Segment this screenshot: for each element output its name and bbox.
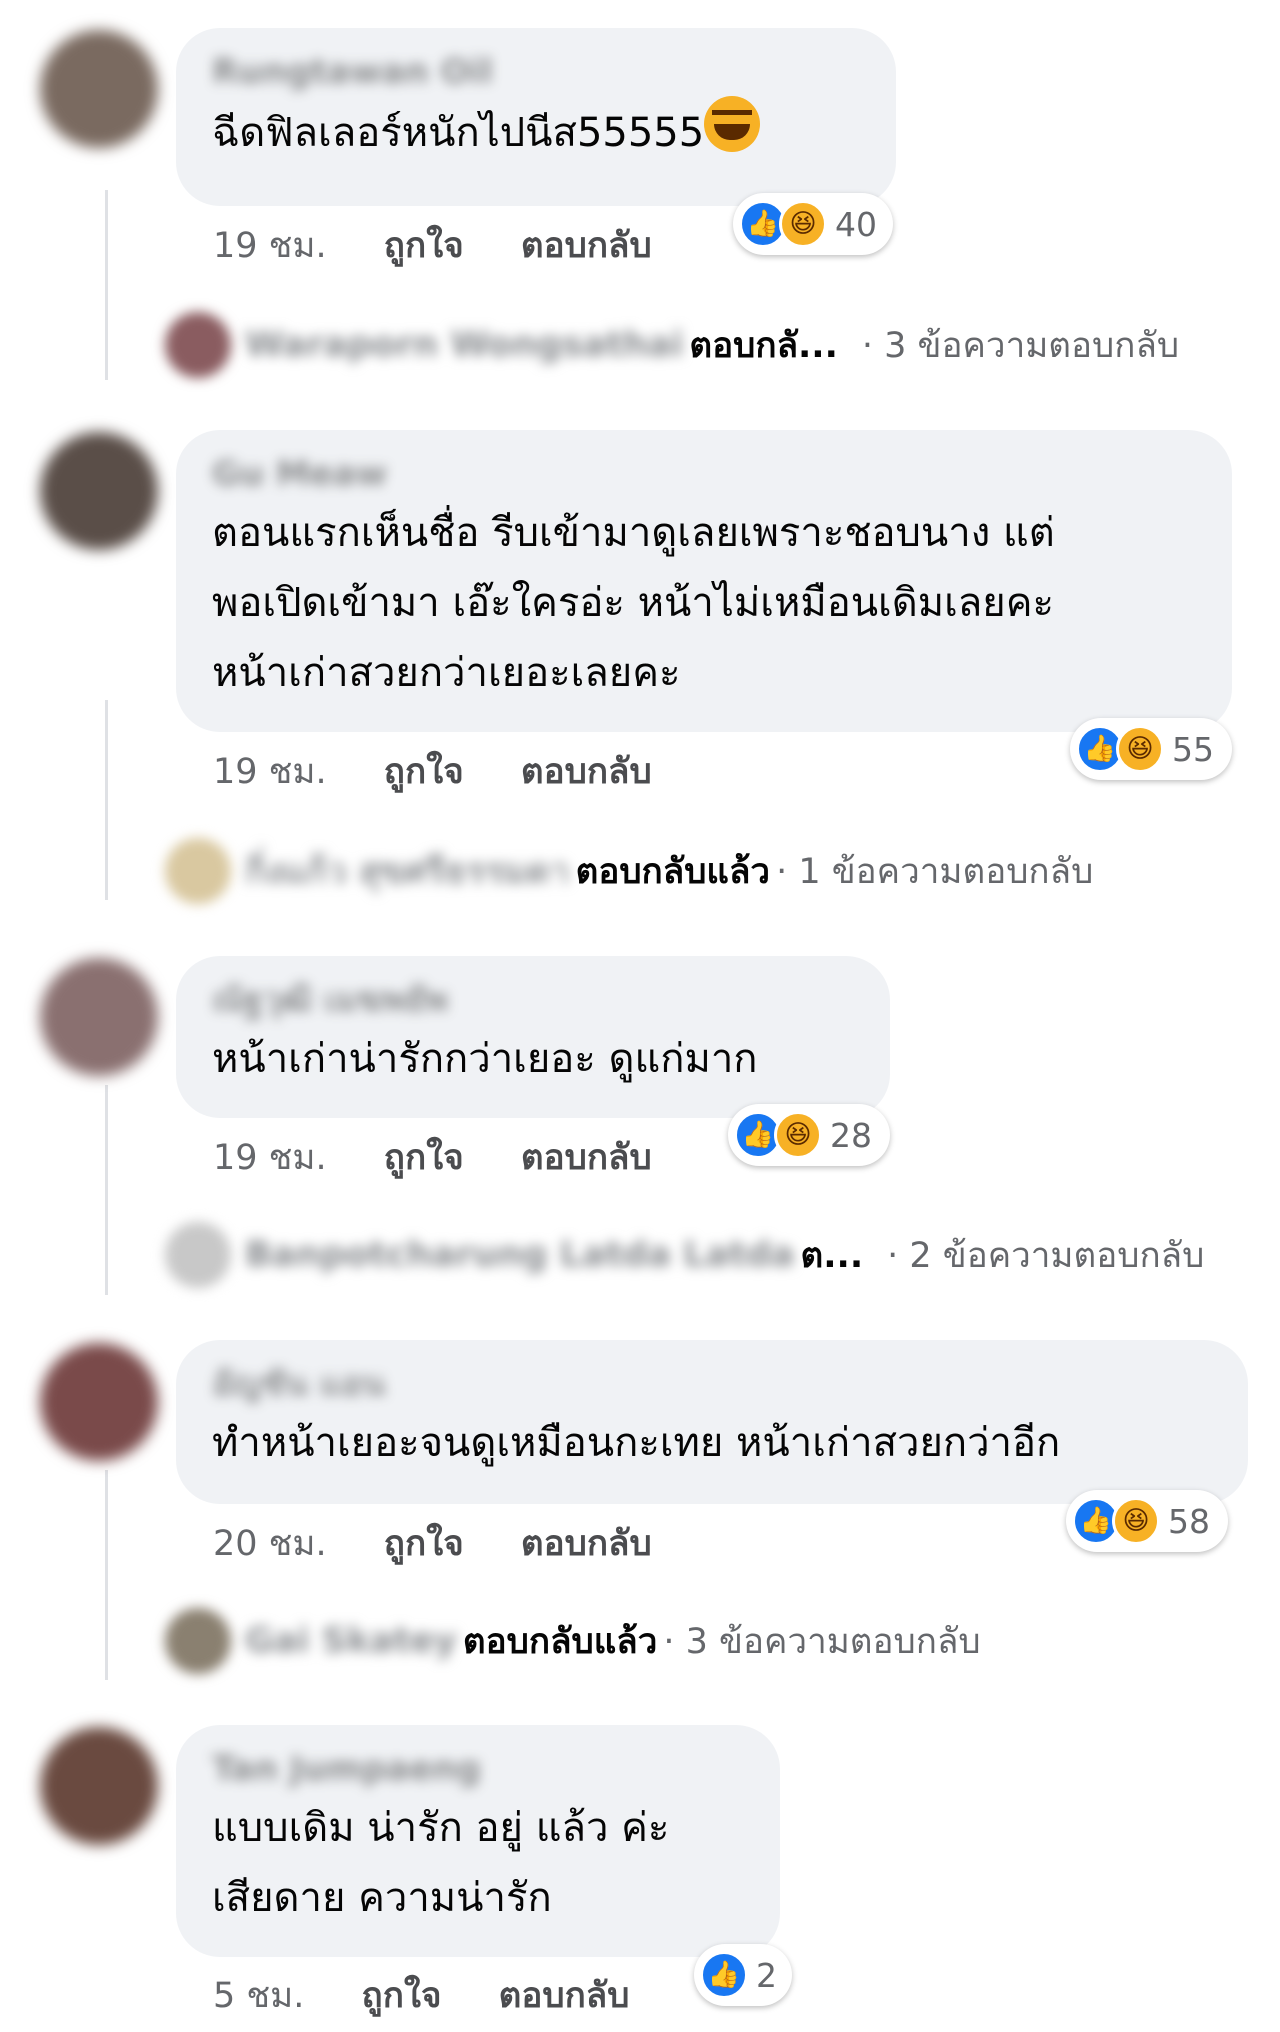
haha-reaction-icon: 😆: [1112, 1497, 1160, 1545]
reply-count: · 3 ข้อความตอบกลับ: [663, 1621, 981, 1662]
reply-count: · 1 ข้อความตอบกลับ: [776, 851, 1094, 892]
reply-status: ตอบกลั...: [689, 325, 838, 366]
like-button[interactable]: ถูกใจ: [384, 744, 464, 799]
comment-meta: 19 ชม. ถูกใจ ตอบกลับ: [213, 218, 698, 273]
reaction-summary[interactable]: 👍 2: [694, 1944, 792, 2006]
reply-count: · 2 ข้อความตอบกลับ: [887, 1235, 1205, 1276]
comment-text: ตอนแรกเห็นชื่อ รีบเข้ามาดูเลยเพราะชอบนาง…: [212, 510, 1055, 696]
haha-reaction-icon: 😆: [1116, 725, 1164, 773]
reaction-summary[interactable]: 👍 😆 55: [1070, 718, 1232, 780]
reply-button[interactable]: ตอบกลับ: [521, 1130, 652, 1185]
comment-bubble: ณัฐวุฒิ เมฆพยัพ หน้าเก่าน่ารักกว่าเยอะ ด…: [176, 956, 890, 1118]
thread-line: [105, 1085, 108, 1295]
comment-bubble: Rungtawan Oil ฉีดฟิลเลอร์หนักไปนีส55555: [176, 28, 896, 206]
comment-time[interactable]: 19 ชม.: [213, 1130, 327, 1185]
view-replies-link[interactable]: กิ่งแก้ว สุขศรีธรรมดา ตอบกลับแล้ว · 1 ข้…: [165, 836, 1093, 906]
reply-button[interactable]: ตอบกลับ: [521, 1516, 652, 1571]
reply-author: Waraporn Wongsathai: [245, 325, 684, 365]
reaction-summary[interactable]: 👍 😆 28: [728, 1104, 890, 1166]
reply-button[interactable]: ตอบกลับ: [521, 218, 652, 273]
comment-time[interactable]: 5 ชม.: [213, 1968, 304, 2023]
comment-meta: 19 ชม. ถูกใจ ตอบกลับ: [213, 744, 698, 799]
comment-bubble: Gu Meaw ตอนแรกเห็นชื่อ รีบเข้ามาดูเลยเพร…: [176, 430, 1232, 732]
comment-meta: 5 ชม. ถูกใจ ตอบกลับ: [213, 1968, 675, 2023]
reply-button[interactable]: ตอบกลับ: [499, 1968, 630, 2023]
comment-author[interactable]: อัญชัน แอน: [212, 1364, 1210, 1404]
haha-reaction-icon: 😆: [774, 1111, 822, 1159]
avatar[interactable]: [40, 432, 158, 550]
comment-text: ฉีดฟิลเลอร์หนักไปนีส55555: [212, 96, 858, 168]
comment-text: แบบเดิม น่ารัก อยู่ แล้ว ค่ะ เสียดาย ควา…: [212, 1805, 670, 1921]
view-replies-link[interactable]: Waraporn Wongsathai ตอบกลั... · 3 ข้อควา…: [165, 310, 1179, 380]
reply-avatar: [165, 1608, 231, 1674]
avatar[interactable]: [40, 1727, 158, 1845]
like-button[interactable]: ถูกใจ: [362, 1968, 442, 2023]
reaction-count: 40: [835, 204, 877, 244]
thread-line: [105, 700, 108, 900]
reaction-count: 28: [830, 1115, 872, 1155]
comment-author[interactable]: Rungtawan Oil: [212, 52, 858, 92]
avatar[interactable]: [40, 958, 158, 1076]
reply-avatar: [165, 1222, 231, 1288]
comment-author[interactable]: ณัฐวุฒิ เมฆพยัพ: [212, 980, 852, 1020]
comment-time[interactable]: 19 ชม.: [213, 218, 327, 273]
thread-line: [105, 1470, 108, 1680]
laughing-emoji-icon: [704, 96, 761, 152]
avatar[interactable]: [40, 1343, 158, 1461]
comment-bubble: Tan Jumpaeng แบบเดิม น่ารัก อยู่ แล้ว ค่…: [176, 1725, 780, 1957]
reply-avatar: [165, 838, 231, 904]
comment-meta: 19 ชม. ถูกใจ ตอบกลับ: [213, 1130, 698, 1185]
view-replies-link[interactable]: Banpotcharung Latda Latda ต... · 2 ข้อคว…: [165, 1220, 1204, 1290]
like-button[interactable]: ถูกใจ: [384, 1516, 464, 1571]
reaction-count: 55: [1172, 729, 1214, 769]
reaction-count: 2: [756, 1955, 777, 1995]
comment-text: ทำหน้าเยอะจนดูเหมือนกะเทย หน้าเก่าสวยกว่…: [212, 1420, 1061, 1466]
comment-author[interactable]: Gu Meaw: [212, 454, 1194, 494]
reply-status: ต...: [800, 1235, 864, 1276]
avatar[interactable]: [40, 30, 158, 148]
reply-button[interactable]: ตอบกลับ: [521, 744, 652, 799]
like-button[interactable]: ถูกใจ: [384, 1130, 464, 1185]
reaction-summary[interactable]: 👍 😆 58: [1066, 1490, 1228, 1552]
comment-time[interactable]: 20 ชม.: [213, 1516, 327, 1571]
haha-reaction-icon: 😆: [779, 200, 827, 248]
reply-author: Banpotcharung Latda Latda: [245, 1235, 795, 1275]
reply-status: ตอบกลับแล้ว: [575, 851, 771, 892]
comment-bubble: อัญชัน แอน ทำหน้าเยอะจนดูเหมือนกะเทย หน้…: [176, 1340, 1248, 1504]
view-replies-link[interactable]: Gai Skatey ตอบกลับแล้ว · 3 ข้อความตอบกลั…: [165, 1606, 981, 1676]
comment-text: หน้าเก่าน่ารักกว่าเยอะ ดูแก่มาก: [212, 1036, 758, 1082]
like-reaction-icon: 👍: [700, 1951, 748, 1999]
comment-meta: 20 ชม. ถูกใจ ตอบกลับ: [213, 1516, 698, 1571]
reply-author: กิ่งแก้ว สุขศรีธรรมดา: [245, 851, 570, 892]
like-button[interactable]: ถูกใจ: [384, 218, 464, 273]
reply-status: ตอบกลับแล้ว: [462, 1621, 658, 1662]
comment-author[interactable]: Tan Jumpaeng: [212, 1749, 742, 1789]
reaction-summary[interactable]: 👍 😆 40: [733, 193, 893, 255]
reply-avatar: [165, 312, 231, 378]
comment-time[interactable]: 19 ชม.: [213, 744, 327, 799]
thread-line: [105, 190, 108, 380]
reaction-count: 58: [1168, 1501, 1210, 1541]
reply-count: · 3 ข้อความตอบกลับ: [861, 325, 1180, 366]
reply-author: Gai Skatey: [245, 1621, 457, 1661]
